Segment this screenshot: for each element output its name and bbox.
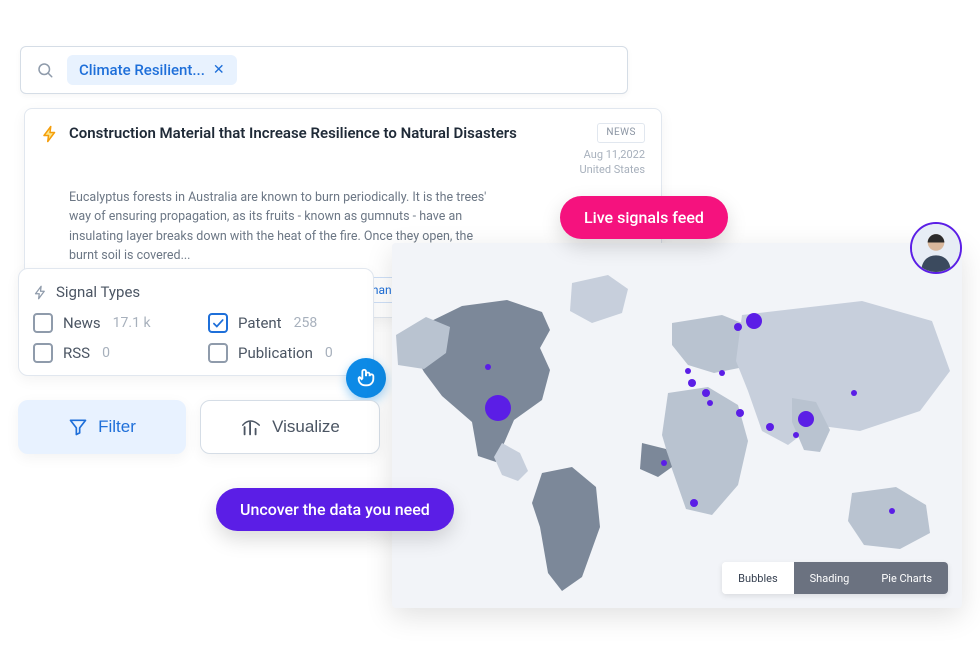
bolt-icon <box>33 285 48 300</box>
sig-count: 17.1 k <box>113 315 151 331</box>
result-meta: NEWS Aug 11,2022 United States <box>555 123 645 178</box>
map-view-toggle[interactable]: Bubbles Shading Pie Charts <box>722 562 948 594</box>
hand-pointer-icon <box>355 367 377 389</box>
signal-type-patent[interactable]: Patent 258 <box>208 313 359 333</box>
filter-button[interactable]: Filter <box>18 400 186 454</box>
checkbox[interactable] <box>208 343 228 363</box>
chart-icon <box>240 416 262 438</box>
result-title: Construction Material that Increase Resi… <box>69 123 545 143</box>
checkbox[interactable] <box>33 313 53 333</box>
visualize-label: Visualize <box>272 417 340 437</box>
seg-piecharts[interactable]: Pie Charts <box>865 562 948 594</box>
sig-count: 258 <box>294 315 318 331</box>
chip-remove-icon[interactable]: ✕ <box>213 62 225 78</box>
callout-live-signals: Live signals feed <box>560 196 728 239</box>
sig-label: RSS <box>63 344 90 362</box>
visualize-button[interactable]: Visualize <box>200 400 380 454</box>
search-chip-text: Climate Resilient... <box>79 61 205 79</box>
checkbox[interactable] <box>33 343 53 363</box>
seg-shading[interactable]: Shading <box>794 562 866 594</box>
checkbox-checked[interactable] <box>208 313 228 333</box>
signal-type-rss[interactable]: RSS 0 <box>33 343 184 363</box>
search-bar[interactable]: Climate Resilient... ✕ <box>20 46 628 94</box>
world-map[interactable] <box>392 243 962 608</box>
signal-type-news[interactable]: News 17.1 k <box>33 313 184 333</box>
filter-label: Filter <box>98 417 136 437</box>
bolt-icon <box>41 125 59 147</box>
signal-types-panel: Signal Types News 17.1 k Patent 258 RSS … <box>18 268 374 376</box>
sig-label: Patent <box>238 314 282 332</box>
sig-label: News <box>63 314 101 332</box>
signal-types-label: Signal Types <box>56 283 140 301</box>
signal-types-heading: Signal Types <box>33 283 359 301</box>
user-avatar[interactable] <box>910 222 962 274</box>
result-country: United States <box>580 163 645 176</box>
sig-count: 0 <box>325 345 333 361</box>
filter-icon <box>68 417 88 437</box>
type-badge: NEWS <box>597 123 645 143</box>
result-date: Aug 11,2022 <box>584 148 645 161</box>
pointer-badge <box>346 358 386 398</box>
sig-count: 0 <box>102 345 110 361</box>
search-icon <box>33 61 57 79</box>
signal-type-publication[interactable]: Publication 0 <box>208 343 359 363</box>
sig-label: Publication <box>238 344 313 362</box>
check-icon <box>211 316 225 330</box>
seg-bubbles[interactable]: Bubbles <box>722 562 793 594</box>
world-map-card[interactable]: Bubbles Shading Pie Charts <box>392 243 962 608</box>
search-chip[interactable]: Climate Resilient... ✕ <box>67 55 237 85</box>
callout-uncover-data: Uncover the data you need <box>216 488 454 531</box>
avatar-image <box>912 224 960 272</box>
